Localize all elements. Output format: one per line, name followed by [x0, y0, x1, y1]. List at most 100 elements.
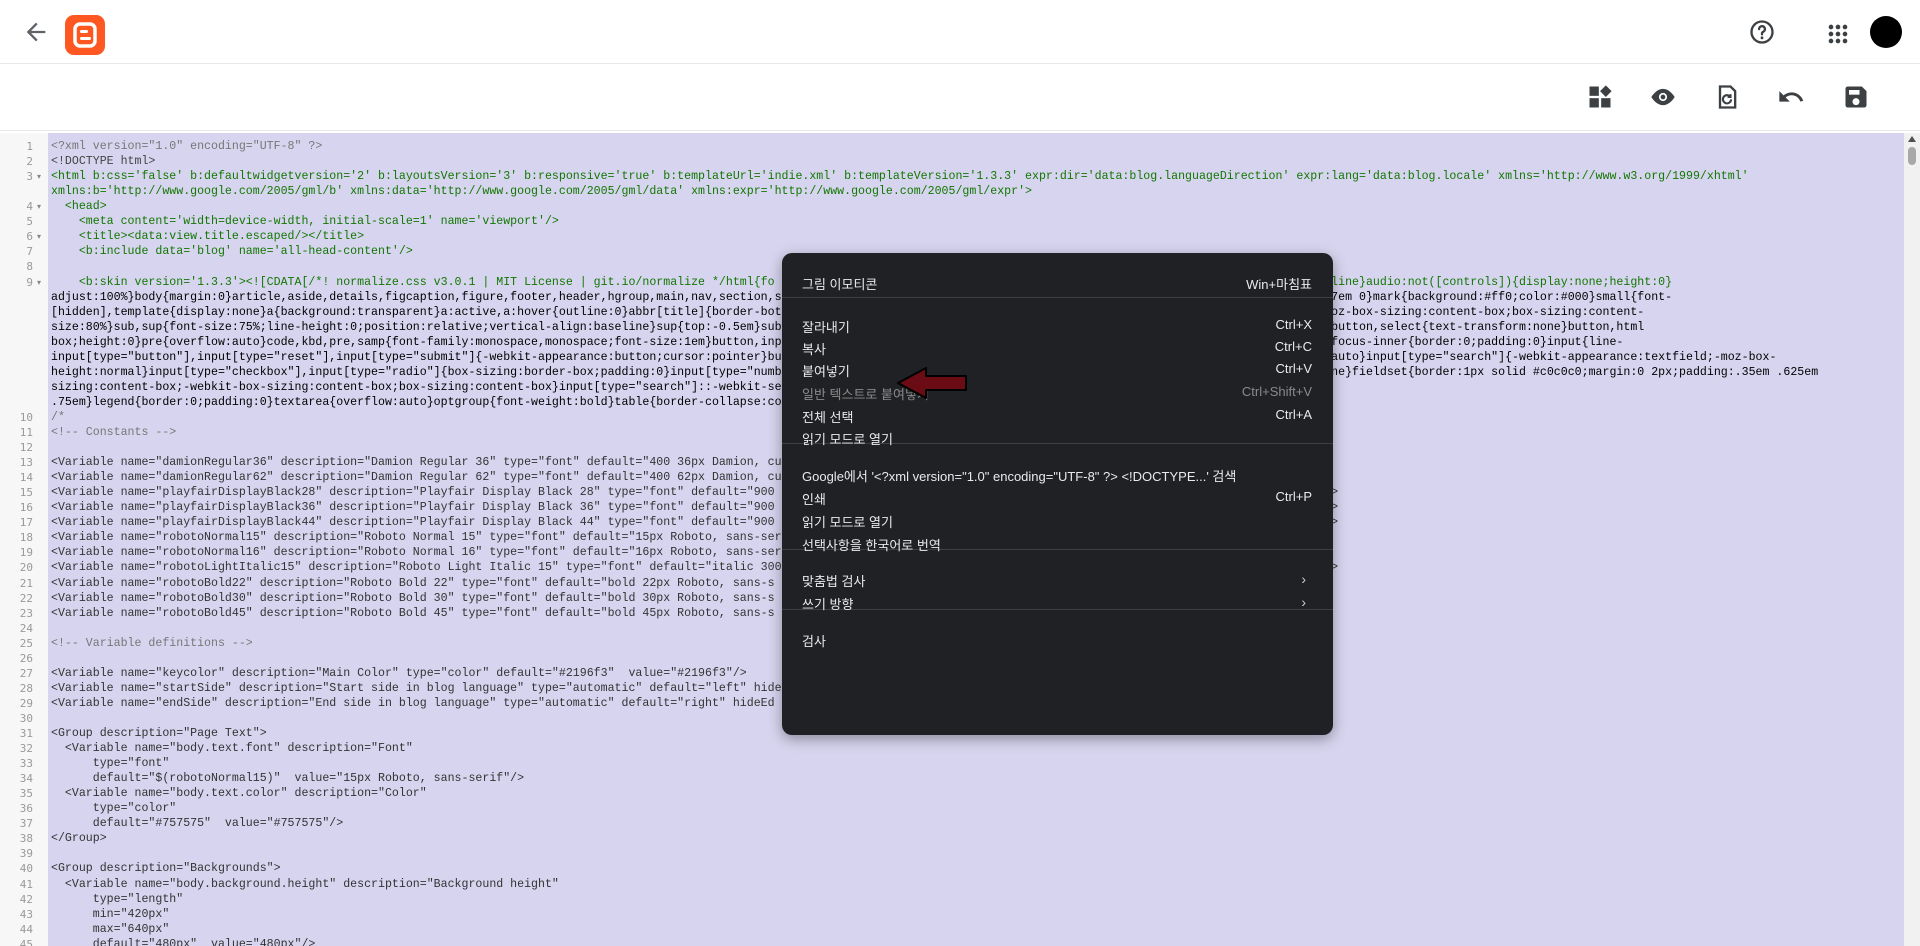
code-line: <Variable name="robotoNormal16" descript… — [51, 546, 782, 560]
line-number: 20 — [19, 561, 33, 575]
menu-item-shortcut: Ctrl+C — [1274, 339, 1312, 354]
scroll-up-icon[interactable] — [1908, 136, 1916, 142]
line-number: 40 — [19, 862, 33, 876]
line-number: 4 — [26, 200, 33, 214]
context-menu-item[interactable]: 전체 선택 Ctrl+A — [782, 403, 1333, 427]
back-button[interactable] — [22, 18, 50, 46]
line-number: 22 — [19, 591, 33, 605]
code-line: <!DOCTYPE html> — [51, 155, 156, 169]
code-line: min="420px" — [51, 907, 170, 921]
apps-button[interactable] — [1824, 20, 1852, 48]
vertical-scrollbar[interactable] — [1904, 133, 1920, 946]
line-number: 17 — [19, 516, 33, 530]
line-number: 13 — [19, 456, 33, 470]
undo-button[interactable] — [1777, 83, 1805, 111]
line-number: 33 — [19, 757, 33, 771]
menu-item-label: 쓰기 방향 — [802, 597, 854, 612]
context-menu-item[interactable]: 그림 이모티콘 Win+마침표 — [782, 270, 1333, 294]
context-menu-item[interactable]: Google에서 '<?xml version="1.0" encoding="… — [782, 462, 1333, 486]
code-line: type="font" — [51, 757, 170, 771]
help-circle-icon — [1750, 20, 1774, 44]
context-menu-item[interactable]: 선택사항을 한국어로 번역 — [782, 531, 1333, 555]
chevron-right-icon: › — [1301, 594, 1306, 610]
line-number: 39 — [19, 847, 33, 861]
code-line: <Variable name="body.text.font" descript… — [51, 742, 413, 755]
avatar[interactable] — [1870, 16, 1902, 48]
line-number: 45 — [19, 937, 33, 946]
preview-button[interactable] — [1649, 83, 1677, 111]
line-number: 19 — [19, 546, 33, 560]
fold-toggle-icon[interactable]: ▾ — [37, 275, 45, 290]
code-line: <Variable name="robotoNormal15" descript… — [51, 531, 782, 545]
line-number: 36 — [19, 802, 33, 816]
line-number: 8 — [26, 260, 33, 274]
context-menu-item[interactable]: 쓰기 방향 › — [782, 590, 1333, 614]
code-line: <Group description="Backgrounds"> — [51, 862, 281, 876]
code-line: type="length" — [51, 892, 184, 906]
menu-item-shortcut: Ctrl+A — [1275, 407, 1312, 422]
line-number: 25 — [19, 636, 33, 650]
fold-toggle-icon[interactable]: ▾ — [37, 199, 45, 214]
code-line: <Variable name="keycolor" description="M… — [51, 666, 747, 680]
line-number: 24 — [19, 621, 33, 635]
context-menu-item[interactable]: 읽기 모드로 열기 — [782, 425, 1333, 449]
apps-grid-icon — [1828, 24, 1848, 44]
code-line: default="480px" value="480px"/> — [51, 937, 316, 946]
menu-item-label: 붙여넣기 — [802, 364, 850, 379]
widgets-button[interactable] — [1586, 83, 1614, 111]
context-menu-item[interactable]: 맞춤법 검사 › — [782, 567, 1333, 591]
save-button[interactable] — [1842, 83, 1870, 111]
line-number: 42 — [19, 892, 33, 906]
context-menu-item[interactable]: 읽기 모드로 열기 — [782, 508, 1333, 532]
line-number: 6 — [26, 230, 33, 244]
context-menu-item[interactable]: 잘라내기 Ctrl+X — [782, 313, 1333, 337]
chevron-right-icon: › — [1301, 571, 1306, 587]
fold-toggle-icon[interactable]: ▾ — [37, 229, 45, 244]
line-number: 12 — [19, 441, 33, 454]
restore-button[interactable] — [1713, 83, 1741, 111]
line-number: 34 — [19, 772, 33, 786]
line-number: 27 — [19, 666, 33, 680]
line-number: 35 — [19, 787, 33, 801]
menu-item-label: 인쇄 — [802, 492, 826, 507]
menu-item-label: 선택사항을 한국어로 번역 — [802, 538, 941, 553]
menu-item-shortcut: Ctrl+X — [1275, 317, 1312, 332]
menu-item-label: 검사 — [802, 634, 826, 649]
line-number: 18 — [19, 531, 33, 545]
code-line: <!-- Variable definitions --> — [51, 636, 253, 650]
widgets-icon — [1589, 85, 1612, 108]
menu-item-label: 복사 — [802, 342, 826, 357]
line-number: 10 — [19, 410, 33, 424]
context-menu-item[interactable]: 붙여넣기 Ctrl+V — [782, 357, 1333, 381]
blogger-logo-icon[interactable] — [65, 15, 105, 55]
line-number: 5 — [26, 215, 33, 229]
red-arrow-icon — [897, 367, 967, 399]
code-line: default="#757575" value="#757575"/> — [51, 817, 344, 831]
code-line: type="color" — [51, 802, 177, 816]
line-number: 30 — [19, 711, 33, 725]
code-line: <Variable name="damionRegular62" descrip… — [51, 471, 782, 485]
line-number: 41 — [19, 877, 33, 891]
context-menu-item[interactable]: 인쇄 Ctrl+P — [782, 485, 1333, 509]
line-number: 11 — [19, 425, 33, 439]
menu-item-label: 그림 이모티콘 — [802, 277, 878, 292]
code-line: <Variable name="robotoBold30" descriptio… — [51, 591, 775, 605]
code-line: <Variable name="robotoBold22" descriptio… — [51, 576, 775, 590]
line-number: 1 — [26, 140, 33, 153]
context-menu-item[interactable]: 검사 — [782, 627, 1333, 651]
menu-item-label: 전체 선택 — [802, 410, 854, 425]
save-icon — [1845, 86, 1867, 108]
context-menu-item[interactable]: 복사 Ctrl+C — [782, 335, 1333, 359]
code-line: <Variable name="body.background.height" … — [51, 877, 559, 891]
help-button[interactable] — [1748, 18, 1776, 46]
line-number: 28 — [19, 681, 33, 695]
menu-item-shortcut: Ctrl+P — [1275, 489, 1312, 504]
preview-eye-icon — [1651, 88, 1675, 106]
line-number: 7 — [26, 245, 33, 259]
code-line: .75em}legend{border:0;padding:0}textarea… — [51, 395, 782, 409]
code-line: <!-- Constants --> — [51, 425, 177, 439]
fold-toggle-icon[interactable]: ▾ — [37, 169, 45, 184]
scrollbar-thumb[interactable] — [1908, 147, 1916, 165]
restore-icon — [1718, 85, 1737, 109]
line-number: 31 — [19, 727, 33, 740]
